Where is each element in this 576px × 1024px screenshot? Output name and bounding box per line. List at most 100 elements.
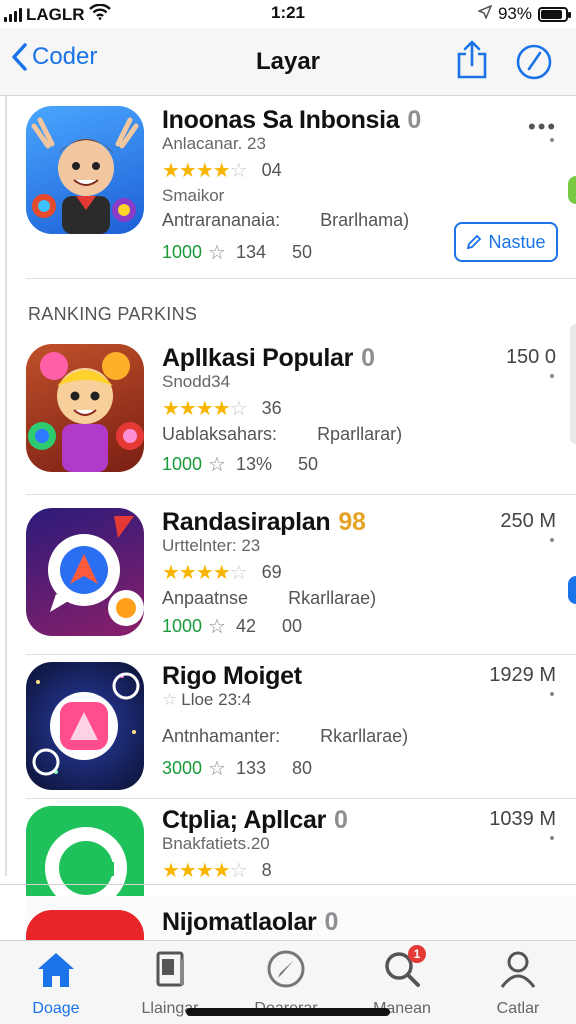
notification-badge: 1 [408, 945, 426, 963]
status-bar: LAGLR 1:21 93% [0, 0, 576, 28]
battery-icon [538, 6, 571, 22]
app-name: Nijomatlaolar 0 [162, 908, 339, 936]
star-outline-icon: ☆ [208, 242, 226, 264]
tab-home[interactable]: Doage [6, 949, 106, 1018]
app-icon-chat [26, 508, 144, 636]
app-stats: 1000 ☆ 13% 50 [162, 454, 319, 476]
divider [26, 494, 576, 495]
home-icon [38, 953, 74, 987]
divider [26, 654, 576, 655]
location-icon [476, 4, 493, 24]
app-subtitle: Urttelnter: 23 [162, 536, 261, 555]
app-size: 1039 M [489, 808, 556, 830]
compass-icon [267, 950, 305, 988]
star-outline-icon: ☆ [208, 758, 226, 780]
star-rating-icon: ★★★★ [162, 860, 231, 882]
section-header: RANKING PARKINS [28, 304, 198, 324]
app-info: Uablaksahars: Rparllarar) [162, 424, 403, 444]
update-button[interactable]: Nastue [454, 222, 558, 262]
download-count: 1000 [162, 616, 203, 636]
app-stats: 1000 ☆ 134 50 [162, 242, 313, 264]
home-indicator [186, 1008, 390, 1016]
app-size: 150 0 [505, 346, 556, 368]
app-subtitle: Bnakfatiets.20 [162, 834, 270, 853]
app-badge: 0 [407, 106, 422, 134]
app-badge: 0 [324, 908, 339, 936]
app-name: Ctplia; Apllcar 0 [162, 806, 348, 834]
divider [26, 278, 576, 279]
star-rating-icon: ★★★★ [162, 562, 231, 584]
navigation-bar: Coder Layar [0, 28, 576, 96]
app-subtitle: Snodd34 [162, 372, 231, 391]
app-name: Apllkasi Popular 0 [162, 344, 375, 372]
rating: ☆ Lloe 23:4 [162, 690, 251, 710]
star-empty-icon: ☆ [229, 398, 248, 420]
side-handle [570, 324, 576, 444]
app-info: Anpaatnse Rkarllarae) [162, 588, 377, 608]
app-icon-red [26, 910, 144, 940]
rating: ★★★★ ☆ 04 [162, 158, 282, 183]
star-empty-icon: ☆ [229, 160, 248, 182]
rating-count: 8 [261, 860, 272, 880]
app-list: Inoonas Sa Inbonsia 0 Anlacanar. 23 ★★★★ ☆… [0, 96, 576, 940]
app-row[interactable]: Ctplia; Apllcar 0 1039 M Bnakfatiets.20 ★… [26, 806, 576, 934]
indicator-dot [550, 374, 554, 378]
tab-account[interactable]: Catlar [468, 949, 568, 1018]
app-size: 1929 M [489, 664, 556, 686]
divider [26, 798, 576, 799]
battery-percent: 93% [497, 4, 532, 23]
indicator-dot [550, 836, 554, 840]
download-count: 3000 [162, 758, 203, 778]
download-count: 1000 [162, 454, 203, 474]
app-icon-character [26, 344, 144, 472]
app-subtitle: Anlacanar. 23 [162, 134, 266, 153]
document-icon [156, 951, 184, 987]
star-outline-icon: ☆ [208, 616, 226, 638]
app-row[interactable]: Apllkasi Popular 0 150 0 Snodd34 ★★★★ ☆ 36… [26, 344, 576, 484]
compass-button[interactable] [514, 42, 554, 87]
side-handle [568, 576, 576, 604]
app-info: Antnhamanter: Rkarllarae) [162, 726, 409, 746]
app-icon-galaxy [26, 662, 144, 790]
compass-icon [516, 44, 552, 80]
app-row[interactable]: Randasiraplan 98 250 M Urttelnter: 23 ★★★… [26, 508, 576, 648]
indicator-dot [550, 538, 554, 542]
chevron-left-icon [12, 43, 27, 71]
star-empty-icon: ☆ [162, 690, 178, 709]
share-icon [457, 40, 487, 79]
rating: ★★★★ ☆ 69 [162, 560, 282, 585]
indicator-dot [550, 692, 554, 696]
more-options-icon[interactable]: ••• [528, 114, 557, 140]
app-info: Antrarananaia: Brarlhama) [162, 210, 410, 230]
divider [0, 884, 576, 885]
app-name: Randasiraplan 98 [162, 508, 366, 536]
side-handle [568, 176, 576, 204]
star-rating-icon: ★★★★ [162, 160, 231, 182]
app-badge: 0 [361, 344, 375, 372]
star-outline-icon: ☆ [208, 454, 226, 476]
share-button[interactable] [454, 40, 490, 85]
app-badge: 0 [334, 806, 348, 834]
app-category: Smaikor [162, 186, 225, 205]
rating: ★★★★ ☆ 36 [162, 396, 282, 421]
app-subtitle: Lloe 23:4 [181, 690, 252, 709]
app-name: Inoonas Sa Inbonsia 0 [162, 106, 422, 134]
app-name: Rigo Moiget [162, 662, 302, 690]
rating-count: 69 [261, 562, 282, 582]
back-button[interactable]: Coder [10, 42, 97, 72]
app-icon-character [26, 106, 144, 234]
star-rating-icon: ★★★★ [162, 398, 231, 420]
rating: ★★★★ ☆ 8 [162, 858, 272, 883]
app-row[interactable]: Rigo Moiget 1929 M ☆ Lloe 23:4 Antnhaman… [26, 662, 576, 798]
rating-count: 04 [261, 160, 282, 180]
star-empty-icon: ☆ [229, 562, 248, 584]
app-row[interactable]: Nijomatlaolar 0 [26, 896, 576, 940]
app-stats: 3000 ☆ 133 80 [162, 758, 313, 780]
rating-count: 36 [261, 398, 282, 418]
indicator-dot [550, 138, 554, 142]
pencil-icon [467, 234, 482, 250]
app-size: 250 M [500, 510, 556, 532]
app-stats: 1000 ☆ 42 00 [162, 616, 303, 638]
back-label: Coder [32, 43, 98, 70]
app-badge: 98 [338, 508, 366, 536]
